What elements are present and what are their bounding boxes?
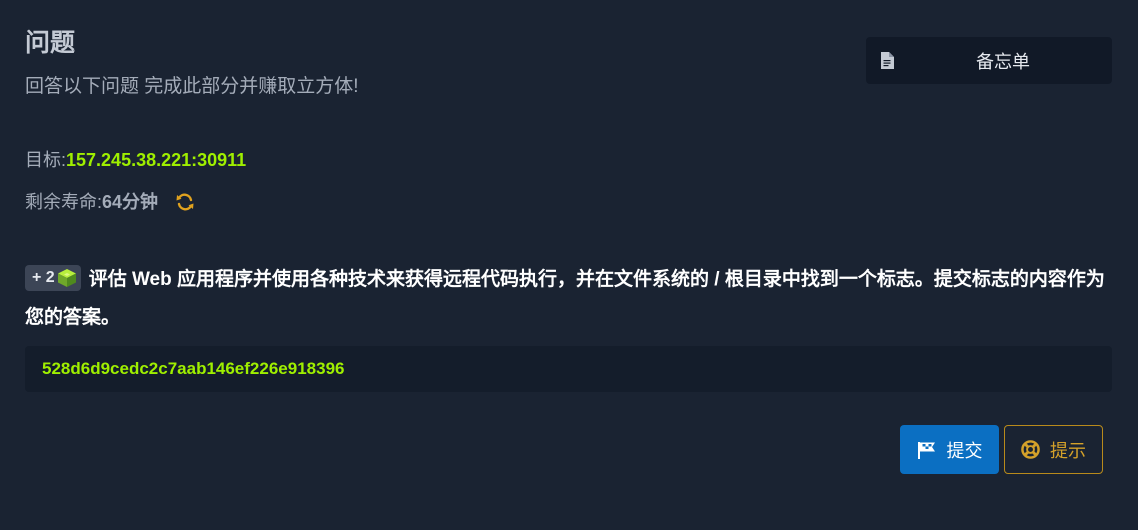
- answer-input[interactable]: 528d6d9cedc2c7aab146ef226e918396: [25, 346, 1112, 392]
- cube-icon: [57, 268, 76, 287]
- target-address: 157.245.38.221:30911: [66, 150, 247, 170]
- cheatsheet-label: 备忘单: [976, 51, 1030, 72]
- refresh-icon[interactable]: [175, 192, 195, 212]
- hint-label: 提示: [1050, 440, 1086, 461]
- cheatsheet-button[interactable]: 备忘单: [866, 37, 1112, 84]
- question-text: 评估 Web 应用程序并使用各种技术来获得远程代码执行，并在文件系统的 / 根目…: [25, 269, 1105, 328]
- question-text-block: + 2 评估 Web 应用程序并使用各种技术来获得远程代码执行，并在文件系统的 …: [25, 261, 1115, 337]
- life-value: 64分钟: [102, 192, 159, 212]
- answer-value: 528d6d9cedc2c7aab146ef226e918396: [42, 359, 345, 378]
- page-title: 问题: [25, 29, 76, 57]
- submit-label: 提交: [946, 440, 983, 461]
- hint-button[interactable]: 提示: [1004, 425, 1103, 474]
- question-panel: 问题 回答以下问题 完成此部分并赚取立方体! 备忘单 目标:157.245.38…: [0, 0, 1138, 530]
- life-label: 剩余寿命:: [25, 192, 103, 212]
- lifebuoy-icon: [1021, 440, 1040, 459]
- submit-button[interactable]: 提交: [900, 425, 999, 474]
- target-row: 目标:157.245.38.221:30911: [25, 147, 246, 173]
- cube-reward-badge: + 2: [25, 264, 81, 291]
- life-row: 剩余寿命:64分钟: [25, 189, 195, 215]
- cube-reward-count: + 2: [32, 268, 55, 286]
- page-subtitle: 回答以下问题 完成此部分并赚取立方体!: [25, 76, 359, 97]
- target-label: 目标:: [25, 150, 67, 170]
- flag-icon: [917, 441, 935, 459]
- document-icon: [881, 52, 894, 69]
